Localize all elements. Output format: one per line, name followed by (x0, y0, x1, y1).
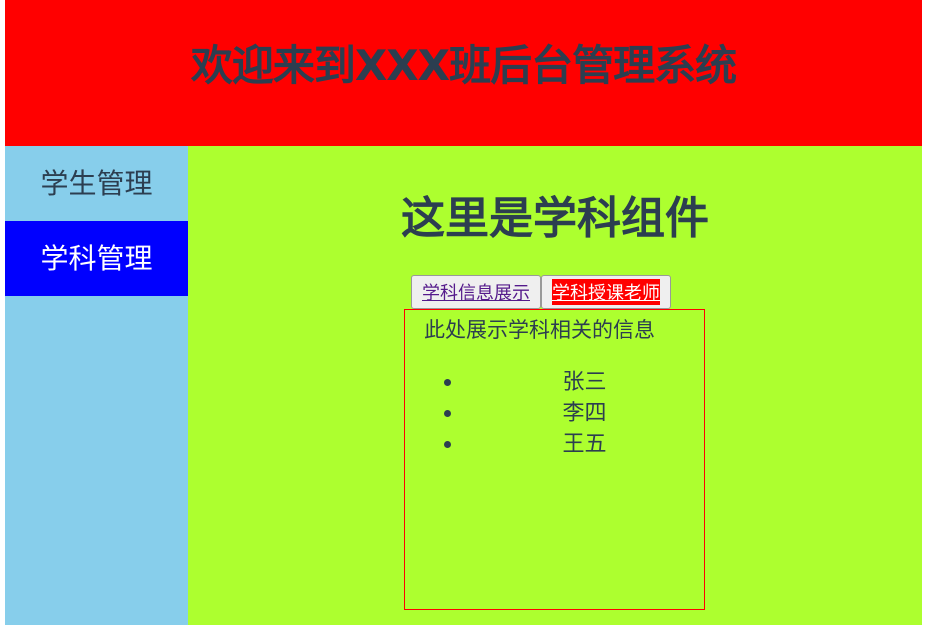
tab-subject-teachers-label: 学科授课老师 (552, 279, 660, 305)
section-heading: 这里是学科组件 (401, 193, 709, 244)
teacher-name: 李四 (562, 401, 607, 426)
page-title: 欢迎来到XXX班后台管理系统 (190, 40, 737, 90)
subject-info-panel: 此处展示学科相关的信息 张三 李四 王五 (404, 309, 705, 610)
tab-bar: 学科信息展示 学科授课老师 (411, 275, 671, 309)
tab-subject-info-label: 学科信息展示 (422, 283, 530, 304)
bullet-icon (444, 410, 451, 417)
app-root: 欢迎来到XXX班后台管理系统 学生管理 学科管理 这里是学科组件 学科信息展示 … (5, 0, 922, 625)
sidebar-item-subjects[interactable]: 学科管理 (5, 221, 188, 296)
teacher-name: 张三 (562, 370, 607, 395)
panel-description: 此处展示学科相关的信息 (424, 318, 655, 342)
list-item: 王五 (405, 429, 704, 460)
list-item: 张三 (405, 367, 704, 398)
teacher-list: 张三 李四 王五 (405, 367, 704, 460)
teacher-name: 王五 (562, 432, 607, 457)
tab-subject-teachers-button[interactable]: 学科授课老师 (541, 275, 671, 309)
header-banner: 欢迎来到XXX班后台管理系统 (5, 0, 922, 146)
bullet-icon (444, 441, 451, 448)
tab-subject-info-button[interactable]: 学科信息展示 (411, 275, 541, 309)
bullet-icon (444, 379, 451, 386)
sidebar: 学生管理 学科管理 (5, 146, 188, 625)
main-content: 这里是学科组件 学科信息展示 学科授课老师 此处展示学科相关的信息 张三 李四 (188, 146, 922, 625)
list-item: 李四 (405, 398, 704, 429)
sidebar-item-students[interactable]: 学生管理 (5, 146, 188, 221)
